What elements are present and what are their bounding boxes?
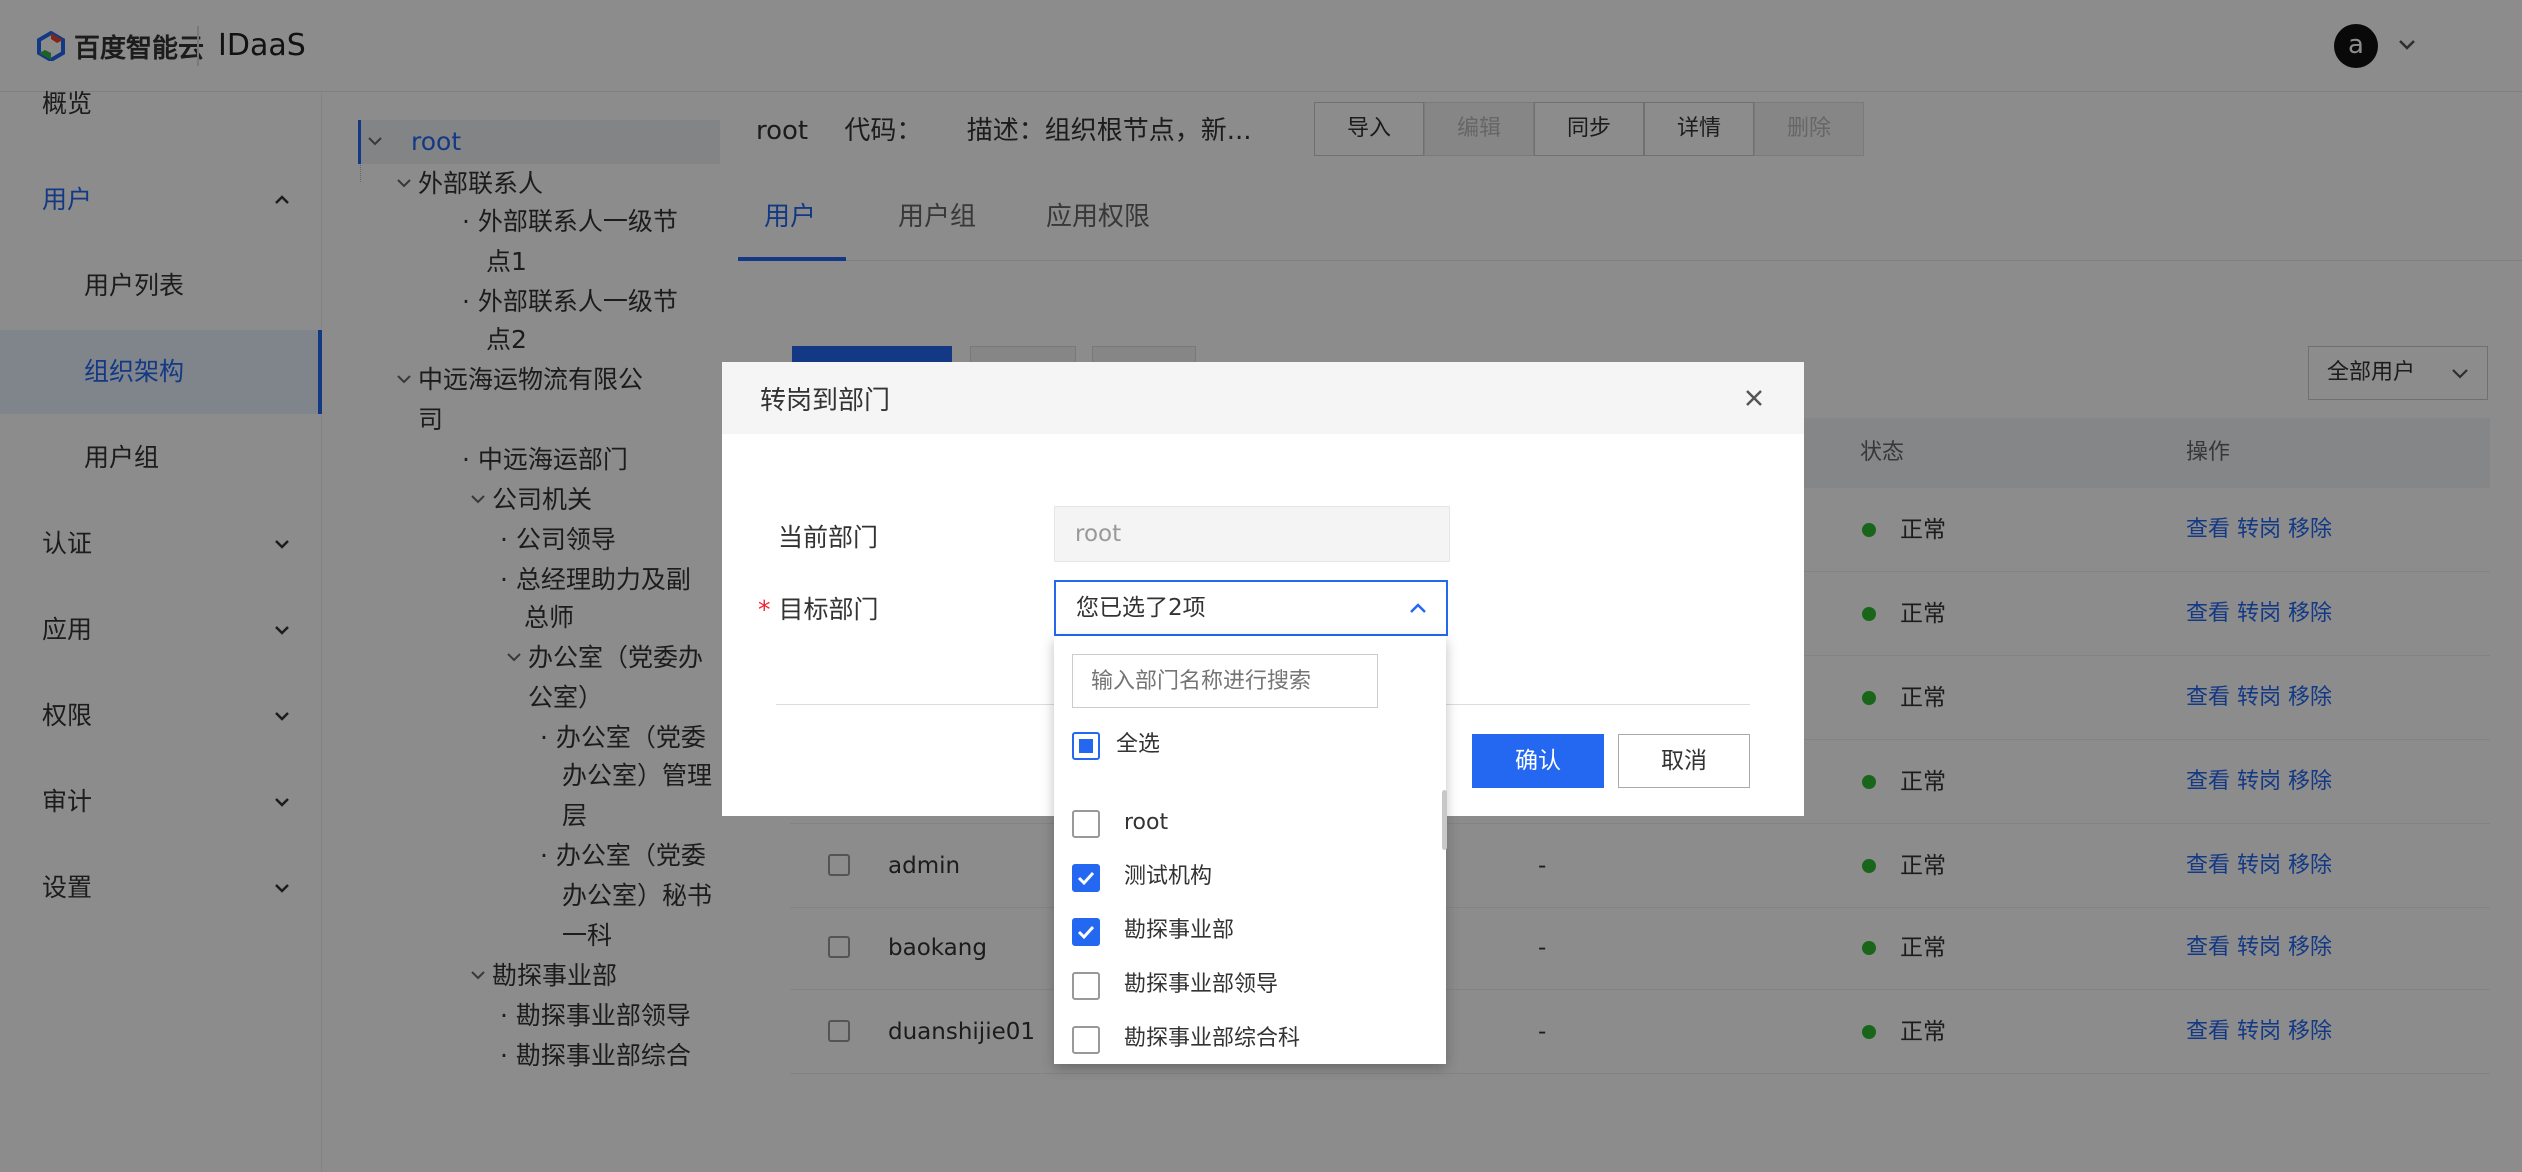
check-icon [1077, 925, 1095, 940]
option-label: 测试机构 [1124, 864, 1213, 889]
target-dept-select[interactable]: 您已选了2项 [1054, 580, 1448, 636]
select-all-checkbox[interactable] [1072, 732, 1100, 760]
cancel-button[interactable]: 取消 [1618, 734, 1750, 788]
dropdown-scrollbar[interactable] [1442, 790, 1447, 850]
current-dept-label: 当前部门 [778, 523, 879, 552]
current-dept-field: root [1054, 506, 1450, 562]
option-label: 勘探事业部 [1124, 918, 1235, 943]
dept-option[interactable]: 勘探事业部 [1054, 904, 1446, 958]
chevron-up-icon [1410, 603, 1426, 613]
dept-option[interactable]: 测试机构 [1054, 850, 1446, 904]
check-icon [1077, 871, 1095, 886]
dept-option[interactable]: 勘探事业部领导 [1054, 958, 1446, 1012]
option-checkbox[interactable] [1072, 972, 1100, 1000]
modal-title: 转岗到部门 [760, 386, 891, 416]
confirm-button[interactable]: 确认 [1472, 734, 1604, 788]
option-label: 勘探事业部领导 [1124, 972, 1279, 997]
option-checkbox[interactable] [1072, 918, 1100, 946]
select-all-option[interactable]: 全选 [1054, 718, 1446, 772]
dept-dropdown: 全选 root 测试机构勘探事业部勘探事业部领导勘探事业部综合科 [1054, 636, 1446, 1064]
option-checkbox[interactable] [1072, 810, 1100, 838]
target-dept-label: * 目标部门 [758, 595, 879, 624]
dept-option[interactable]: root [1054, 796, 1446, 850]
option-checkbox[interactable] [1072, 864, 1100, 892]
dept-option[interactable]: 勘探事业部综合科 [1054, 1012, 1446, 1066]
option-checkbox[interactable] [1072, 1026, 1100, 1054]
option-label: 勘探事业部综合科 [1124, 1026, 1301, 1051]
option-label: root [1124, 810, 1169, 835]
close-icon[interactable] [1740, 384, 1768, 412]
dept-search-input[interactable] [1072, 654, 1378, 708]
